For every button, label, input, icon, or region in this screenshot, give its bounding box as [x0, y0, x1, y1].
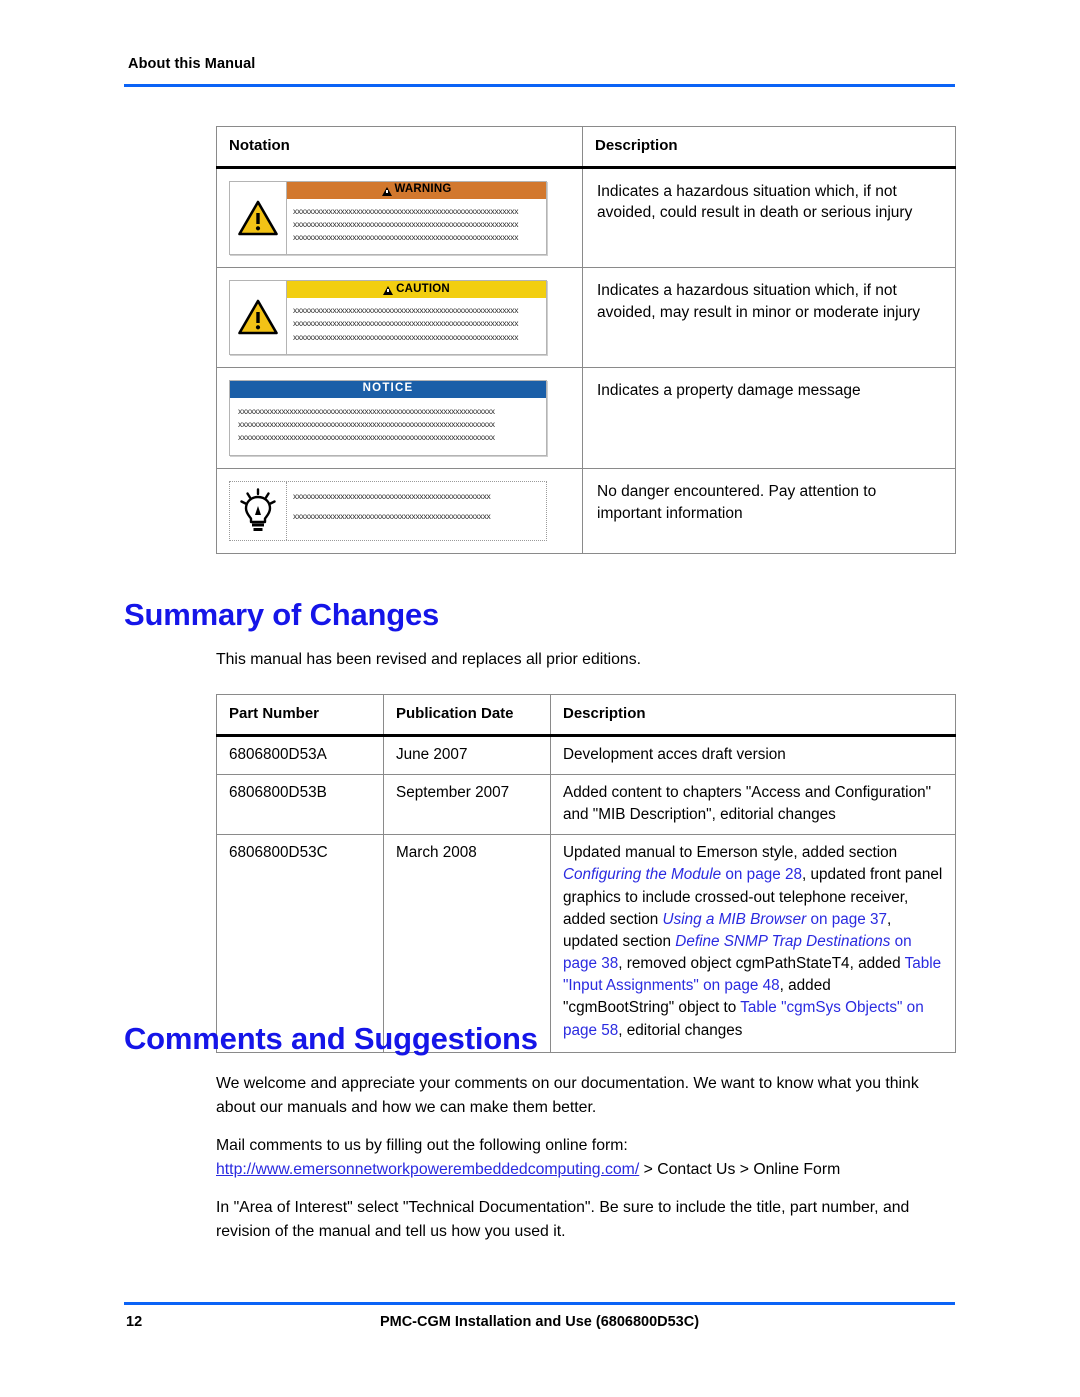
- notice-placeholder-text: xxxxxxxxxxxxxxxxxxxxxxxxxxxxxxxxxxxxxxxx…: [230, 398, 546, 456]
- warning-bar: WARNING: [287, 181, 546, 199]
- cell-publication-date: March 2008: [383, 834, 551, 1053]
- notice-bar-label: NOTICE: [362, 382, 414, 395]
- cell-publication-date: June 2007: [383, 734, 551, 775]
- notation-table: Notation Description WARNING xxxxxxxxxxx…: [216, 126, 956, 555]
- column-header-notation: Notation: [216, 126, 583, 169]
- cell-description: Development acces draft version: [550, 734, 956, 775]
- placeholder-line: xxxxxxxxxxxxxxxxxxxxxxxxxxxxxxxxxxxxxxxx…: [293, 491, 491, 502]
- table-row: WARNING xxxxxxxxxxxxxxxxxxxxxxxxxxxxxxxx…: [216, 166, 956, 269]
- placeholder-line: xxxxxxxxxxxxxxxxxxxxxxxxxxxxxxxxxxxxxxxx…: [293, 511, 491, 522]
- text-run: , editorial changes: [618, 1021, 743, 1039]
- notation-cell-notice: NOTICE xxxxxxxxxxxxxxxxxxxxxxxxxxxxxxxxx…: [216, 366, 583, 470]
- table-row: 6806800D53A June 2007 Development acces …: [216, 734, 956, 775]
- column-header-part-number: Part Number: [216, 694, 384, 737]
- header-rule: [124, 84, 955, 87]
- alert-triangle-glyph-icon: [381, 186, 392, 196]
- cell-publication-date: September 2007: [383, 773, 551, 836]
- comments-and-suggestions-heading: Comments and Suggestions: [124, 1021, 538, 1056]
- footer-document-title: PMC-CGM Installation and Use (6806800D53…: [379, 1314, 700, 1330]
- notation-cell-tip: xxxxxxxxxxxxxxxxxxxxxxxxxxxxxxxxxxxxxxxx…: [216, 468, 583, 555]
- running-header: About this Manual: [128, 56, 256, 72]
- placeholder-line: xxxxxxxxxxxxxxxxxxxxxxxxxxxxxxxxxxxxxxxx…: [293, 305, 519, 316]
- tip-placeholder-text: xxxxxxxxxxxxxxxxxxxxxxxxxxxxxxxxxxxxxxxx…: [287, 482, 546, 535]
- summary-intro-paragraph: This manual has been revised and replace…: [216, 651, 641, 668]
- cell-part-number: 6806800D53A: [216, 734, 384, 775]
- alert-triangle-glyph-icon: [383, 286, 394, 296]
- table-row: 6806800D53B September 2007 Added content…: [216, 773, 956, 836]
- comments-paragraph-1: We welcome and appreciate your comments …: [216, 1075, 919, 1116]
- summary-of-changes-table: Part Number Publication Date Description…: [216, 694, 956, 1053]
- table-row: CAUTION xxxxxxxxxxxxxxxxxxxxxxxxxxxxxxxx…: [216, 267, 956, 368]
- warning-box: WARNING xxxxxxxxxxxxxxxxxxxxxxxxxxxxxxxx…: [229, 180, 547, 256]
- footer-rule: [124, 1302, 955, 1305]
- summary-of-changes-heading: Summary of Changes: [124, 597, 440, 632]
- caution-body: CAUTION xxxxxxxxxxxxxxxxxxxxxxxxxxxxxxxx…: [287, 281, 546, 354]
- caution-bar: CAUTION: [287, 281, 546, 299]
- online-form-path: > Contact Us > Online Form: [639, 1161, 841, 1178]
- notice-bar: NOTICE: [230, 380, 546, 398]
- cross-reference-link[interactable]: Using a MIB Browser: [663, 911, 807, 928]
- column-header-description: Description: [550, 694, 956, 737]
- placeholder-line: xxxxxxxxxxxxxxxxxxxxxxxxxxxxxxxxxxxxxxxx…: [238, 432, 495, 443]
- table-row: xxxxxxxxxxxxxxxxxxxxxxxxxxxxxxxxxxxxxxxx…: [216, 468, 956, 555]
- placeholder-line: xxxxxxxxxxxxxxxxxxxxxxxxxxxxxxxxxxxxxxxx…: [293, 318, 519, 329]
- description-cell: Indicates a hazardous situation which, i…: [582, 267, 956, 368]
- tip-box: xxxxxxxxxxxxxxxxxxxxxxxxxxxxxxxxxxxxxxxx…: [229, 481, 547, 542]
- comments-paragraph-3: In "Area of Interest" select "Technical …: [216, 1199, 910, 1240]
- cell-description-rich: Updated manual to Emerson style, added s…: [550, 834, 956, 1053]
- emerson-url-link[interactable]: http://www.emersonnetworkpowerembeddedco…: [216, 1161, 639, 1178]
- table-row: 6806800D53C March 2008 Updated manual to…: [216, 834, 956, 1053]
- caution-placeholder-text: xxxxxxxxxxxxxxxxxxxxxxxxxxxxxxxxxxxxxxxx…: [287, 298, 546, 354]
- warning-body: WARNING xxxxxxxxxxxxxxxxxxxxxxxxxxxxxxxx…: [287, 181, 546, 255]
- cell-description: Added content to chapters "Access and Co…: [550, 773, 956, 836]
- description-cell: Indicates a property damage message: [582, 366, 956, 470]
- placeholder-line: xxxxxxxxxxxxxxxxxxxxxxxxxxxxxxxxxxxxxxxx…: [293, 232, 519, 243]
- notation-cell-caution: CAUTION xxxxxxxxxxxxxxxxxxxxxxxxxxxxxxxx…: [216, 267, 583, 368]
- notice-box: NOTICE xxxxxxxxxxxxxxxxxxxxxxxxxxxxxxxxx…: [229, 379, 547, 457]
- placeholder-line: xxxxxxxxxxxxxxxxxxxxxxxxxxxxxxxxxxxxxxxx…: [293, 331, 519, 342]
- table-header-row: Notation Description: [216, 126, 956, 169]
- online-form-line: http://www.emersonnetworkpowerembeddedco…: [216, 1158, 961, 1182]
- warning-triangle-icon: [230, 181, 287, 255]
- placeholder-line: xxxxxxxxxxxxxxxxxxxxxxxxxxxxxxxxxxxxxxxx…: [238, 405, 495, 416]
- online-form-lead-in: Mail comments to us by filling out the f…: [216, 1137, 628, 1154]
- cross-reference-link[interactable]: Configuring the Module: [563, 866, 721, 883]
- cell-part-number: 6806800D53B: [216, 773, 384, 836]
- table-row: NOTICE xxxxxxxxxxxxxxxxxxxxxxxxxxxxxxxxx…: [216, 366, 956, 470]
- cross-reference-link[interactable]: Define SNMP Trap Destinations: [675, 933, 890, 950]
- placeholder-line: xxxxxxxxxxxxxxxxxxxxxxxxxxxxxxxxxxxxxxxx…: [238, 418, 495, 429]
- column-header-description: Description: [582, 126, 956, 169]
- warning-triangle-icon: [230, 281, 287, 354]
- cross-reference-link[interactable]: on page 37: [810, 911, 887, 928]
- tip-body: xxxxxxxxxxxxxxxxxxxxxxxxxxxxxxxxxxxxxxxx…: [287, 482, 546, 540]
- placeholder-line: xxxxxxxxxxxxxxxxxxxxxxxxxxxxxxxxxxxxxxxx…: [293, 205, 519, 216]
- text-run: Updated manual to Emerson style, added s…: [563, 844, 898, 862]
- comments-paragraph-2: Mail comments to us by filling out the f…: [216, 1134, 961, 1182]
- warning-placeholder-text: xxxxxxxxxxxxxxxxxxxxxxxxxxxxxxxxxxxxxxxx…: [287, 199, 546, 255]
- caution-box: CAUTION xxxxxxxxxxxxxxxxxxxxxxxxxxxxxxxx…: [229, 280, 547, 355]
- description-cell: No danger encountered. Pay attention to …: [582, 468, 956, 555]
- cell-part-number: 6806800D53C: [216, 834, 384, 1053]
- lightbulb-icon: [230, 482, 287, 541]
- caution-bar-label: CAUTION: [396, 282, 450, 295]
- description-cell: Indicates a hazardous situation which, i…: [582, 166, 956, 269]
- notation-cell-warning: WARNING xxxxxxxxxxxxxxxxxxxxxxxxxxxxxxxx…: [216, 166, 583, 269]
- placeholder-line: xxxxxxxxxxxxxxxxxxxxxxxxxxxxxxxxxxxxxxxx…: [293, 218, 519, 229]
- table-header-row: Part Number Publication Date Description: [216, 694, 956, 737]
- document-page: About this Manual Notation Description W…: [0, 0, 1080, 1397]
- text-run: , removed object cgmPathStateT4, added: [618, 955, 905, 973]
- cross-reference-link[interactable]: on page 28: [725, 866, 802, 883]
- column-header-publication-date: Publication Date: [383, 694, 551, 737]
- warning-bar-label: WARNING: [394, 183, 452, 196]
